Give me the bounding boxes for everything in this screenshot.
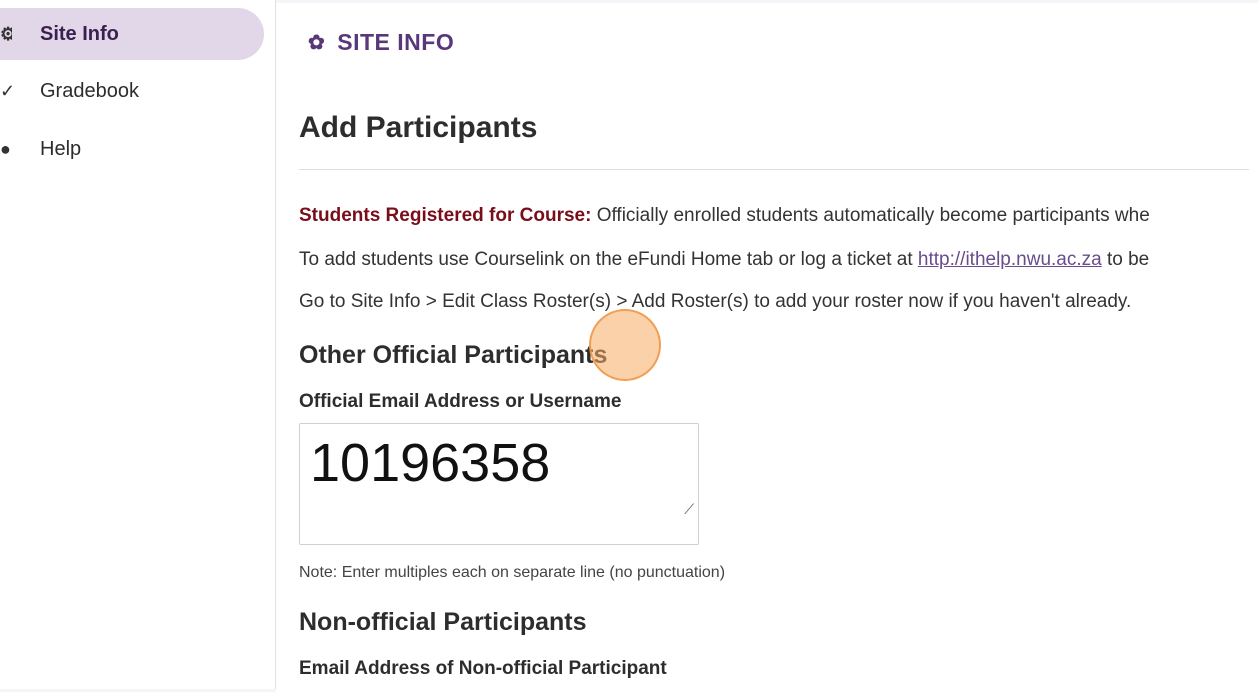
official-email-label: Official Email Address or Username <box>299 391 622 412</box>
gear-icon: ✿ <box>308 32 326 54</box>
gear-icon: ⚙ <box>0 23 12 44</box>
courselink-suffix: to be <box>1101 249 1150 270</box>
official-participants-textarea[interactable]: 10196358 ⟋ <box>299 423 699 545</box>
sidebar-item-gradebook[interactable]: ✓ Gradebook <box>0 65 264 117</box>
gradebook-icon: ✓ <box>0 80 12 101</box>
sidebar-item-label: Site Info <box>40 22 119 45</box>
courselink-text: To add students use Courselink on the eF… <box>299 249 918 270</box>
sidebar-item-label: Gradebook <box>40 79 139 102</box>
textarea-value: 10196358 <box>310 433 551 493</box>
registered-text: Officially enrolled students automatical… <box>591 205 1150 226</box>
page-title: Add Participants <box>299 111 538 144</box>
sidebar-item-label: Help <box>40 137 82 160</box>
courselink-info: To add students use Courselink on the eF… <box>299 249 1149 271</box>
ithelp-link[interactable]: http://ithelp.nwu.ac.za <box>918 249 1102 270</box>
sidebar-item-site-info[interactable]: ⚙ Site Info <box>0 8 264 60</box>
main-content: ✿ SITE INFO Add Participants Students Re… <box>276 0 1258 692</box>
tool-title-text: SITE INFO <box>337 29 455 55</box>
official-participants-heading: Other Official Participants <box>299 341 608 369</box>
help-icon: ● <box>0 138 11 159</box>
click-indicator <box>589 309 661 381</box>
sidebar: ⚙ Site Info ✓ Gradebook ● Help <box>0 0 276 689</box>
nonofficial-participants-heading: Non-official Participants <box>299 608 587 636</box>
textarea-note: Note: Enter multiples each on separate l… <box>299 564 726 581</box>
registered-label: Students Registered for Course: <box>299 205 592 226</box>
roster-info: Go to Site Info > Edit Class Roster(s) >… <box>299 291 1132 312</box>
resize-handle-icon[interactable]: ⟋ <box>684 476 694 542</box>
tool-title: ✿ SITE INFO <box>308 29 454 56</box>
registered-info: Students Registered for Course: Official… <box>299 205 1150 227</box>
sidebar-item-help[interactable]: ● Help <box>0 123 264 175</box>
divider <box>299 169 1249 170</box>
nonofficial-email-label: Email Address of Non-official Participan… <box>299 658 667 679</box>
